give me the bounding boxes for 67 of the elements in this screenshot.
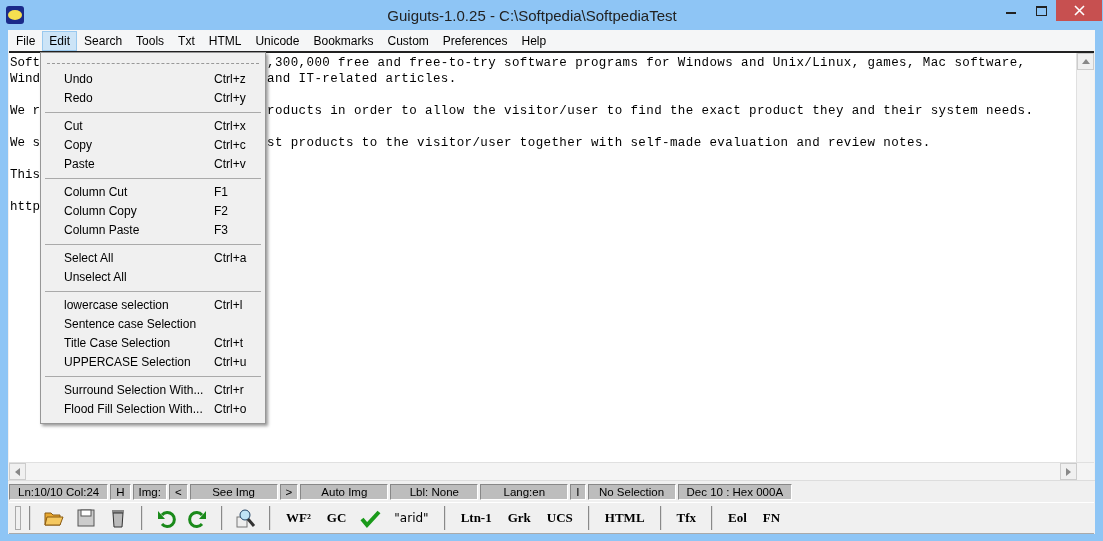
menu-item[interactable]: Bookmarks bbox=[306, 30, 381, 51]
toolbar-button[interactable]: HTML bbox=[599, 510, 650, 526]
text-line: st products to the visitor/user together with self-made evaluation and review notes. bbox=[267, 135, 932, 151]
menu-entry[interactable]: Unselect All bbox=[43, 268, 263, 287]
menu-entry[interactable]: lowercase selection Ctrl+l bbox=[43, 296, 263, 315]
menu-entry[interactable]: UPPERCASE Selection Ctrl+u bbox=[43, 353, 263, 372]
status-cell: H bbox=[110, 484, 131, 500]
menu-entry[interactable]: Paste Ctrl+v bbox=[43, 155, 263, 174]
menu-entry[interactable]: Flood Fill Selection With... Ctrl+o bbox=[43, 400, 263, 419]
toolbar-button[interactable]: Ltn-1 bbox=[455, 510, 497, 526]
menu-item[interactable]: Edit bbox=[42, 30, 78, 51]
menu-entry[interactable]: Column Copy F2 bbox=[43, 202, 263, 221]
menu-item[interactable]: HTML bbox=[201, 30, 249, 51]
menu-entry[interactable]: Redo Ctrl+y bbox=[43, 89, 263, 108]
menu-entry[interactable]: Column Paste F3 bbox=[43, 221, 263, 240]
menu-item[interactable]: Tools bbox=[129, 30, 172, 51]
toolbar-button[interactable]: Eol bbox=[723, 510, 752, 526]
menu-entry[interactable]: Undo Ctrl+z bbox=[43, 70, 263, 89]
text-line: and IT-related articles. bbox=[267, 71, 458, 87]
horizontal-scrollbar[interactable] bbox=[9, 462, 1094, 480]
menu-item[interactable]: Custom bbox=[380, 30, 436, 51]
status-cell: See Img bbox=[189, 484, 278, 500]
left-arrow-icon[interactable] bbox=[15, 467, 20, 476]
status-cell: Ln:10/10 Col:24 bbox=[9, 484, 109, 500]
text-line: Wind bbox=[10, 71, 40, 87]
toolbar-grip[interactable] bbox=[15, 506, 21, 530]
menu-item[interactable]: Txt bbox=[171, 30, 202, 51]
text-line: ,300,000 free and free-to-try software programs for Windows and Unix/Linux, games, Mac software, bbox=[267, 55, 1027, 71]
status-cell: Dec 10 : Hex 000A bbox=[677, 484, 793, 500]
text-line: This bbox=[10, 167, 40, 183]
menu-item[interactable]: Unicode bbox=[248, 30, 307, 51]
menu-item[interactable]: Preferences bbox=[435, 30, 515, 51]
status-cell: Lang:en bbox=[480, 484, 569, 500]
vertical-scrollbar[interactable] bbox=[1076, 53, 1094, 462]
toolbar-button[interactable]: WF² bbox=[281, 510, 316, 526]
toolbar-button[interactable]: GC bbox=[321, 510, 352, 526]
status-cell: > bbox=[279, 484, 299, 500]
menu-entry[interactable]: Title Case Selection Ctrl+t bbox=[43, 334, 263, 353]
toolbar-button[interactable]: "arid" bbox=[389, 511, 434, 525]
menu-item[interactable]: Help bbox=[514, 30, 554, 51]
status-cell: Auto Img bbox=[300, 484, 389, 500]
app-logo-icon bbox=[6, 6, 24, 24]
menu-entry[interactable]: Surround Selection With... Ctrl+r bbox=[43, 381, 263, 400]
status-cell: No Selection bbox=[587, 484, 676, 500]
menu-entry[interactable]: Copy Ctrl+c bbox=[43, 136, 263, 155]
toolbar-button[interactable]: Tfx bbox=[671, 510, 702, 526]
text-line: We r bbox=[10, 103, 40, 119]
status-cell: < bbox=[168, 484, 188, 500]
menu-entry[interactable]: Column Cut F1 bbox=[43, 183, 263, 202]
status-cell: I bbox=[570, 484, 586, 500]
toolbar-button[interactable]: UCS bbox=[541, 510, 578, 526]
status-cell: Img: bbox=[132, 484, 167, 500]
up-arrow-icon[interactable] bbox=[1081, 59, 1090, 64]
menu-item[interactable]: Search bbox=[77, 30, 130, 51]
menu-entry[interactable]: Cut Ctrl+x bbox=[43, 117, 263, 136]
toolbar-button[interactable]: FN bbox=[757, 510, 786, 526]
text-line: roducts in order to allow the visitor/user to find the exact product they and their system needs. bbox=[267, 103, 1035, 119]
text-line: Soft bbox=[10, 55, 40, 71]
window-title: Guiguts-1.0.25 - C:\Softpedia\SoftpediaTest bbox=[386, 6, 678, 24]
right-arrow-icon[interactable] bbox=[1066, 467, 1071, 476]
menu-entry[interactable]: Select All Ctrl+a bbox=[43, 249, 263, 268]
toolbar-button[interactable]: Grk bbox=[502, 510, 536, 526]
status-cell: Lbl: None bbox=[390, 484, 479, 500]
menu-item[interactable]: File bbox=[9, 30, 43, 51]
menu-entry[interactable]: Sentence case Selection bbox=[43, 315, 263, 334]
text-line: We s bbox=[10, 135, 40, 151]
text-line: http bbox=[10, 199, 40, 215]
